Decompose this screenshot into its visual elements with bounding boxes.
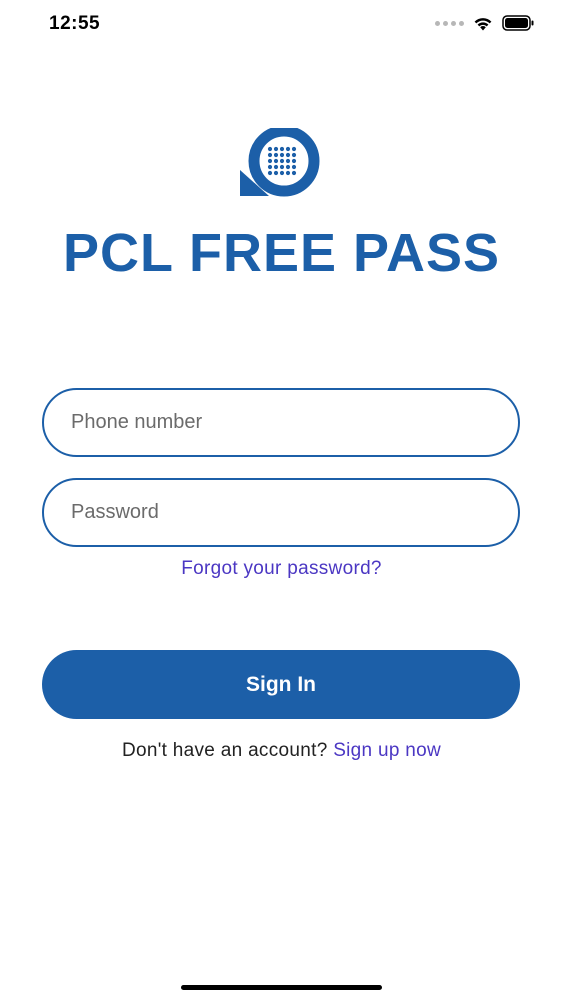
no-account-text: Don't have an account? (121, 740, 328, 761)
password-input[interactable] (44, 480, 518, 545)
forgot-password-link[interactable]: Forgot your password? (0, 558, 563, 580)
app-title: PCL FREE PASS (62, 223, 501, 283)
signup-prompt: Don't have an account? Sign up now (0, 740, 563, 762)
chat-bubble-logo-icon (240, 128, 320, 197)
battery-icon (502, 15, 534, 31)
phone-number-input[interactable] (44, 390, 518, 455)
home-indicator[interactable] (181, 985, 382, 990)
status-bar: 12:55 (0, 0, 563, 50)
cellular-signal-icon (435, 20, 464, 26)
phone-number-field[interactable] (42, 388, 520, 457)
status-icons (435, 15, 535, 31)
sign-up-link[interactable]: Sign up now (333, 740, 441, 761)
password-field[interactable] (42, 478, 520, 547)
sign-in-button[interactable]: Sign In (42, 650, 520, 719)
wifi-icon (474, 17, 492, 30)
status-time: 12:55 (49, 13, 101, 34)
